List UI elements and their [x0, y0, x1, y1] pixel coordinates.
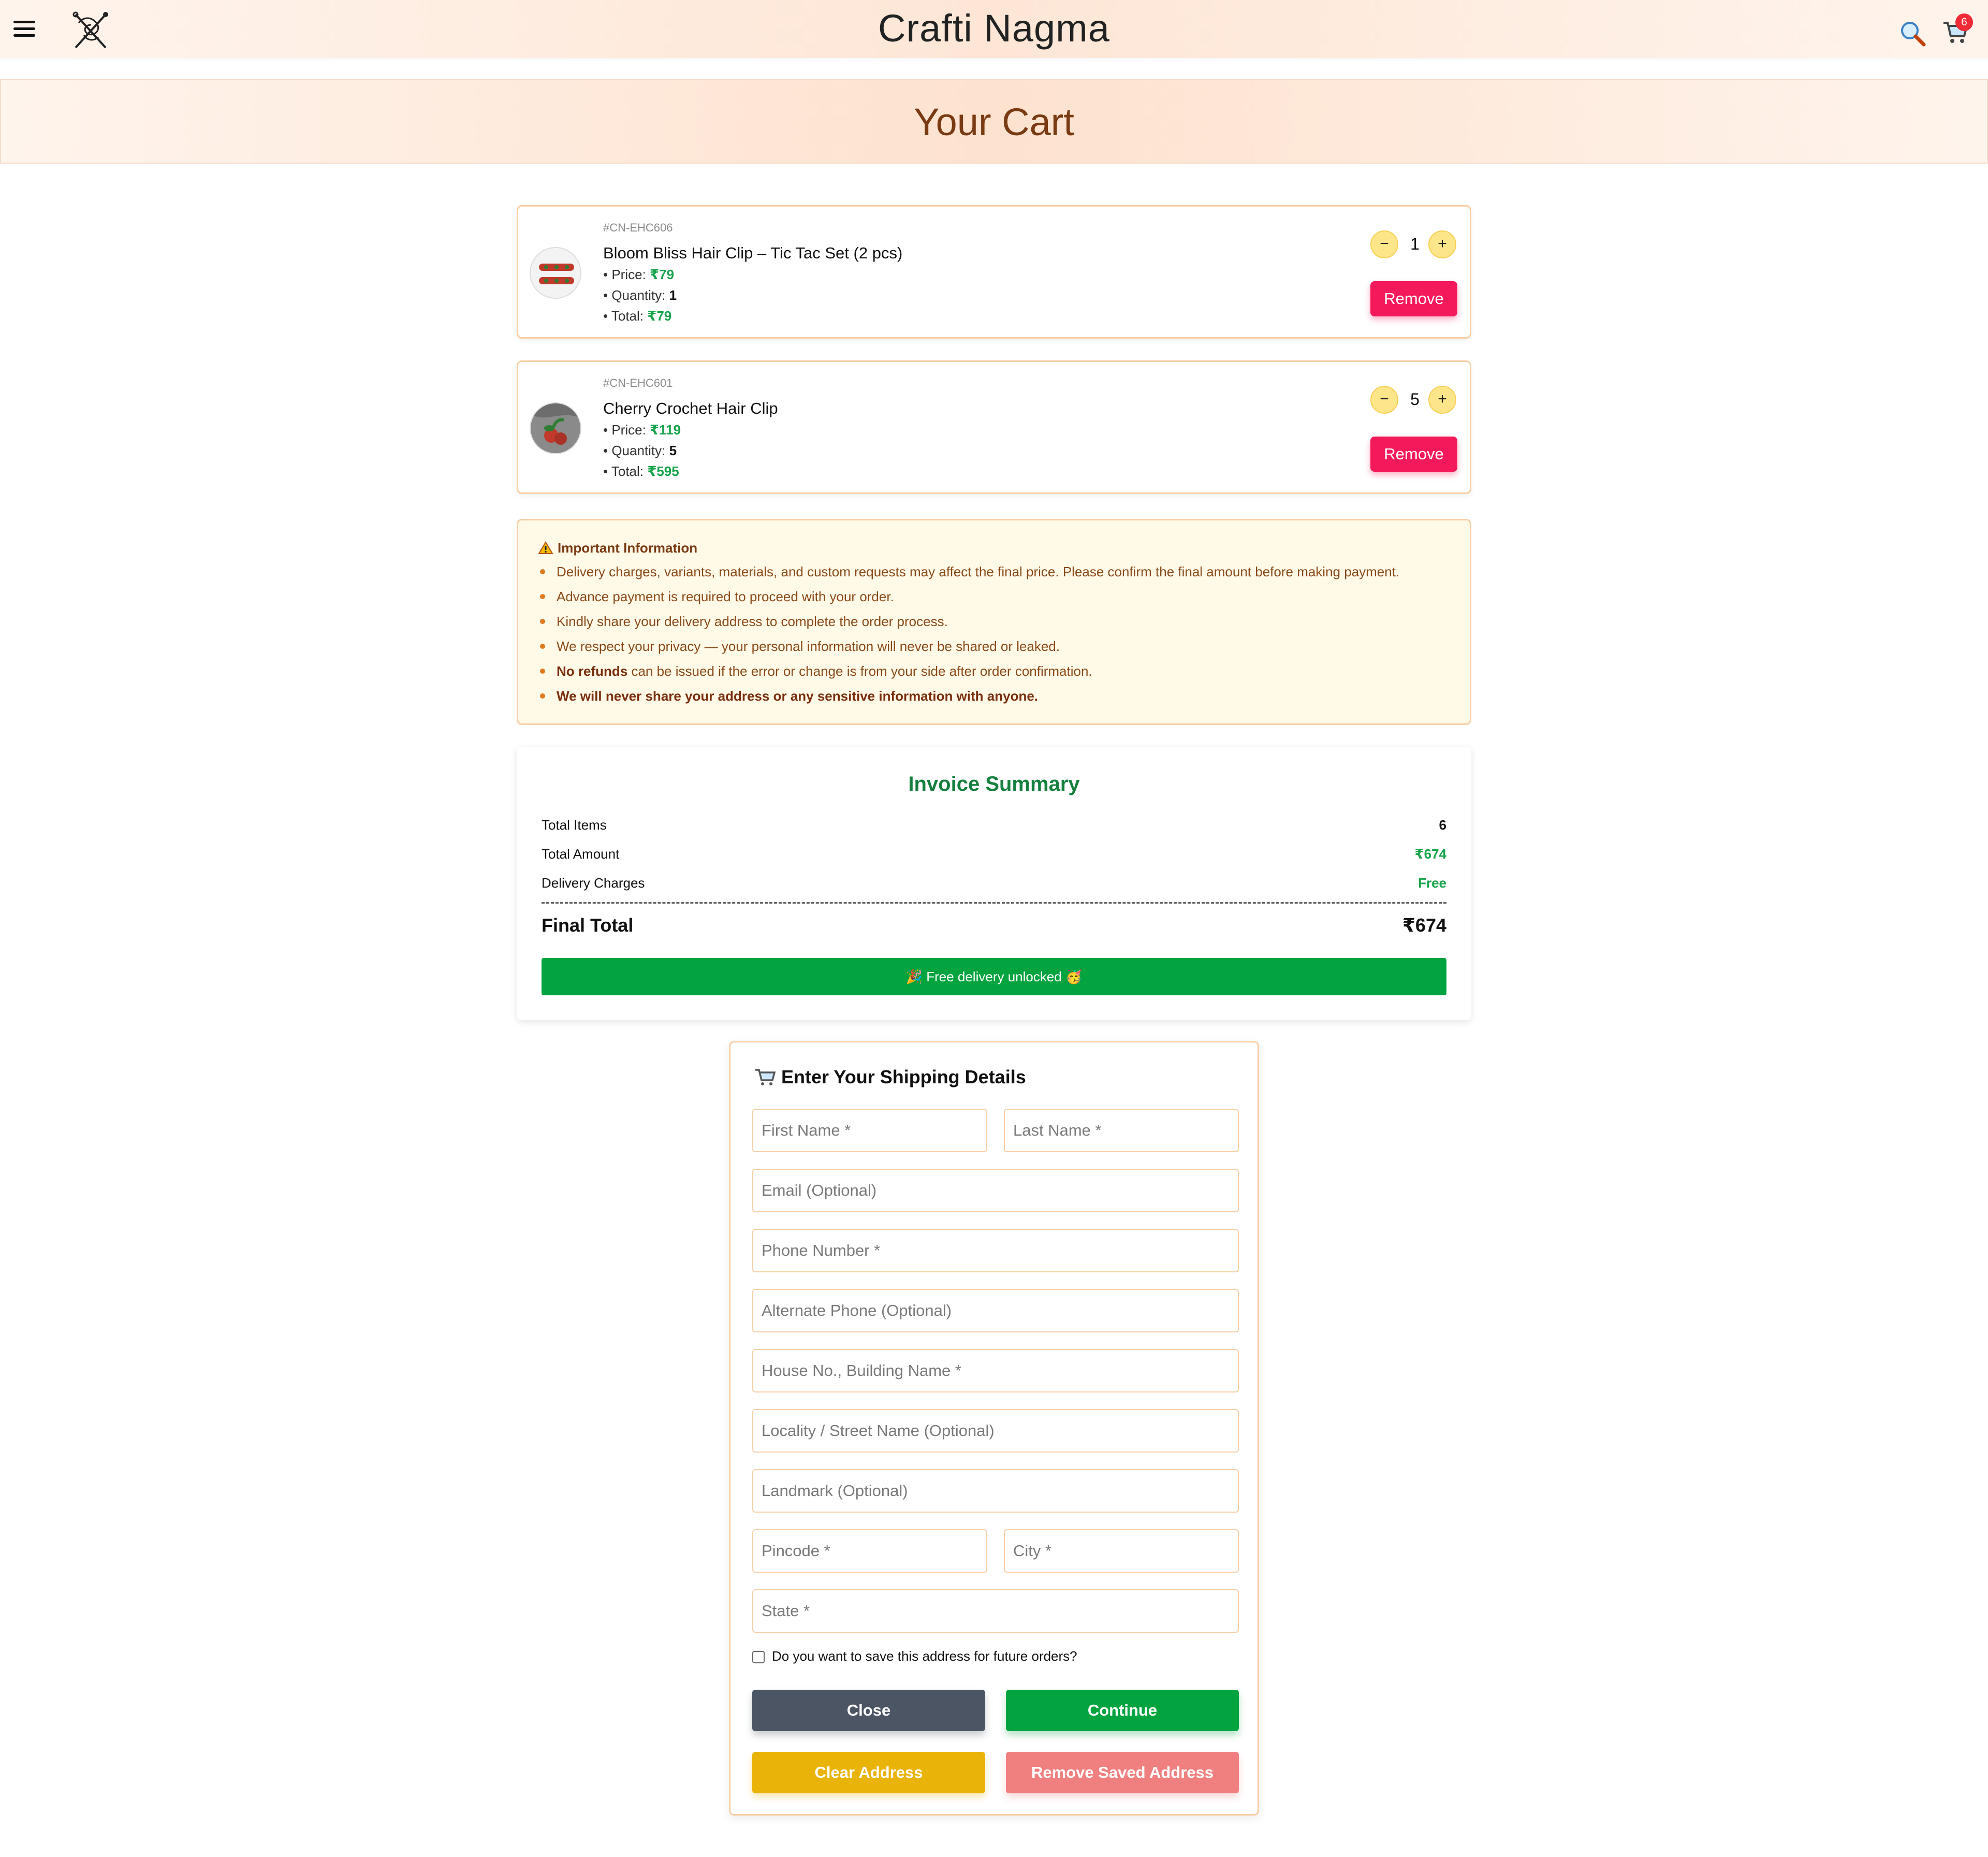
info-point: Kindly share your delivery address to co… — [538, 614, 1399, 639]
phone-number-field[interactable]: Phone Number * — [752, 1229, 1239, 1272]
invoice-title: Invoice Summary — [908, 773, 1080, 795]
product-total-line: • Total: ₹79 — [603, 308, 672, 324]
quantity-value: 1 — [1410, 235, 1420, 253]
house-building-field[interactable]: House No., Building Name * — [752, 1349, 1239, 1392]
top-navbar: Crafti Nagma 6 — [0, 0, 1988, 58]
product-total: ₹595 — [647, 463, 679, 479]
product-thumbnail — [530, 247, 581, 299]
product-quantity-line: • Quantity: 5 — [603, 443, 677, 458]
remove-item-button[interactable]: Remove — [1370, 281, 1457, 316]
save-address-label: Do you want to save this address for fut… — [772, 1648, 1077, 1664]
product-quantity-line: • Quantity: 1 — [603, 287, 677, 303]
product-total: ₹79 — [647, 308, 672, 324]
page-title-banner: Your Cart — [0, 79, 1988, 164]
shopping-cart-icon — [755, 1069, 776, 1085]
save-address-checkbox[interactable] — [752, 1651, 765, 1663]
locality-street-field[interactable]: Locality / Street Name (Optional) — [752, 1409, 1239, 1453]
state-field[interactable]: State * — [752, 1589, 1239, 1633]
city-field[interactable]: City * — [1004, 1529, 1239, 1573]
product-name: Cherry Crochet Hair Clip — [603, 399, 778, 417]
increase-quantity-button[interactable]: + — [1428, 230, 1456, 258]
remove-item-button[interactable]: Remove — [1370, 437, 1457, 472]
product-total-line: • Total: ₹595 — [603, 463, 679, 479]
product-sku: #CN-EHC601 — [603, 376, 673, 389]
info-point: Advance payment is required to proceed w… — [538, 589, 1399, 614]
info-point: Delivery charges, variants, materials, a… — [538, 564, 1399, 589]
invoice-final-total: Final Total ₹674 — [542, 915, 1446, 936]
product-price: ₹119 — [650, 422, 681, 438]
cart-item: #CN-EHC601 Cherry Crochet Hair Clip • Pr… — [517, 360, 1471, 494]
shipping-details-form: Enter Your Shipping Details First Name *… — [729, 1041, 1259, 1816]
shipping-form-title: Enter Your Shipping Details — [754, 1066, 1026, 1088]
product-sku: #CN-EHC606 — [603, 221, 673, 234]
save-address-option[interactable]: Do you want to save this address for fut… — [752, 1648, 1077, 1664]
info-point-refunds: No refunds can be issued if the error or… — [538, 663, 1399, 688]
alternate-phone-field[interactable]: Alternate Phone (Optional) — [752, 1289, 1239, 1332]
warning-icon — [538, 541, 553, 554]
invoice-divider — [542, 902, 1446, 904]
product-name: Bloom Bliss Hair Clip – Tic Tac Set (2 p… — [603, 244, 903, 262]
product-quantity: 5 — [669, 443, 677, 458]
landmark-field[interactable]: Landmark (Optional) — [752, 1469, 1239, 1513]
info-title: Important Information — [538, 540, 697, 556]
product-quantity: 1 — [669, 287, 677, 303]
info-point-privacy: We will never share your address or any … — [538, 688, 1399, 713]
remove-saved-address-button[interactable]: Remove Saved Address — [1006, 1752, 1239, 1793]
continue-button[interactable]: Continue — [1006, 1690, 1239, 1731]
brand-title[interactable]: Crafti Nagma — [0, 6, 1988, 50]
product-price: ₹79 — [650, 267, 675, 282]
free-delivery-banner: 🎉 Free delivery unlocked 🥳 — [542, 958, 1446, 995]
important-information-box: Important Information Delivery charges, … — [517, 519, 1471, 725]
clear-address-button[interactable]: Clear Address — [752, 1752, 985, 1793]
search-icon[interactable] — [1899, 20, 1926, 47]
quantity-value: 5 — [1410, 390, 1420, 409]
close-button[interactable]: Close — [752, 1690, 985, 1731]
product-price-line: • Price: ₹119 — [603, 422, 681, 438]
page-title: Your Cart — [914, 100, 1074, 143]
last-name-field[interactable]: Last Name * — [1004, 1109, 1239, 1152]
info-point: We respect your privacy — your personal … — [538, 639, 1399, 663]
increase-quantity-button[interactable]: + — [1428, 386, 1456, 414]
email-field[interactable]: Email (Optional) — [752, 1169, 1239, 1212]
pincode-field[interactable]: Pincode * — [752, 1529, 987, 1573]
first-name-field[interactable]: First Name * — [752, 1109, 987, 1152]
decrease-quantity-button[interactable]: − — [1370, 386, 1398, 414]
product-thumbnail — [530, 402, 581, 454]
decrease-quantity-button[interactable]: − — [1370, 230, 1398, 258]
invoice-summary: Invoice Summary Total Items 6 Total Amoun… — [517, 747, 1471, 1020]
cart-item: #CN-EHC606 Bloom Bliss Hair Clip – Tic T… — [517, 205, 1471, 339]
product-price-line: • Price: ₹79 — [603, 267, 675, 282]
info-list: Delivery charges, variants, materials, a… — [538, 564, 1399, 713]
cart-count-badge: 6 — [1955, 13, 1973, 31]
